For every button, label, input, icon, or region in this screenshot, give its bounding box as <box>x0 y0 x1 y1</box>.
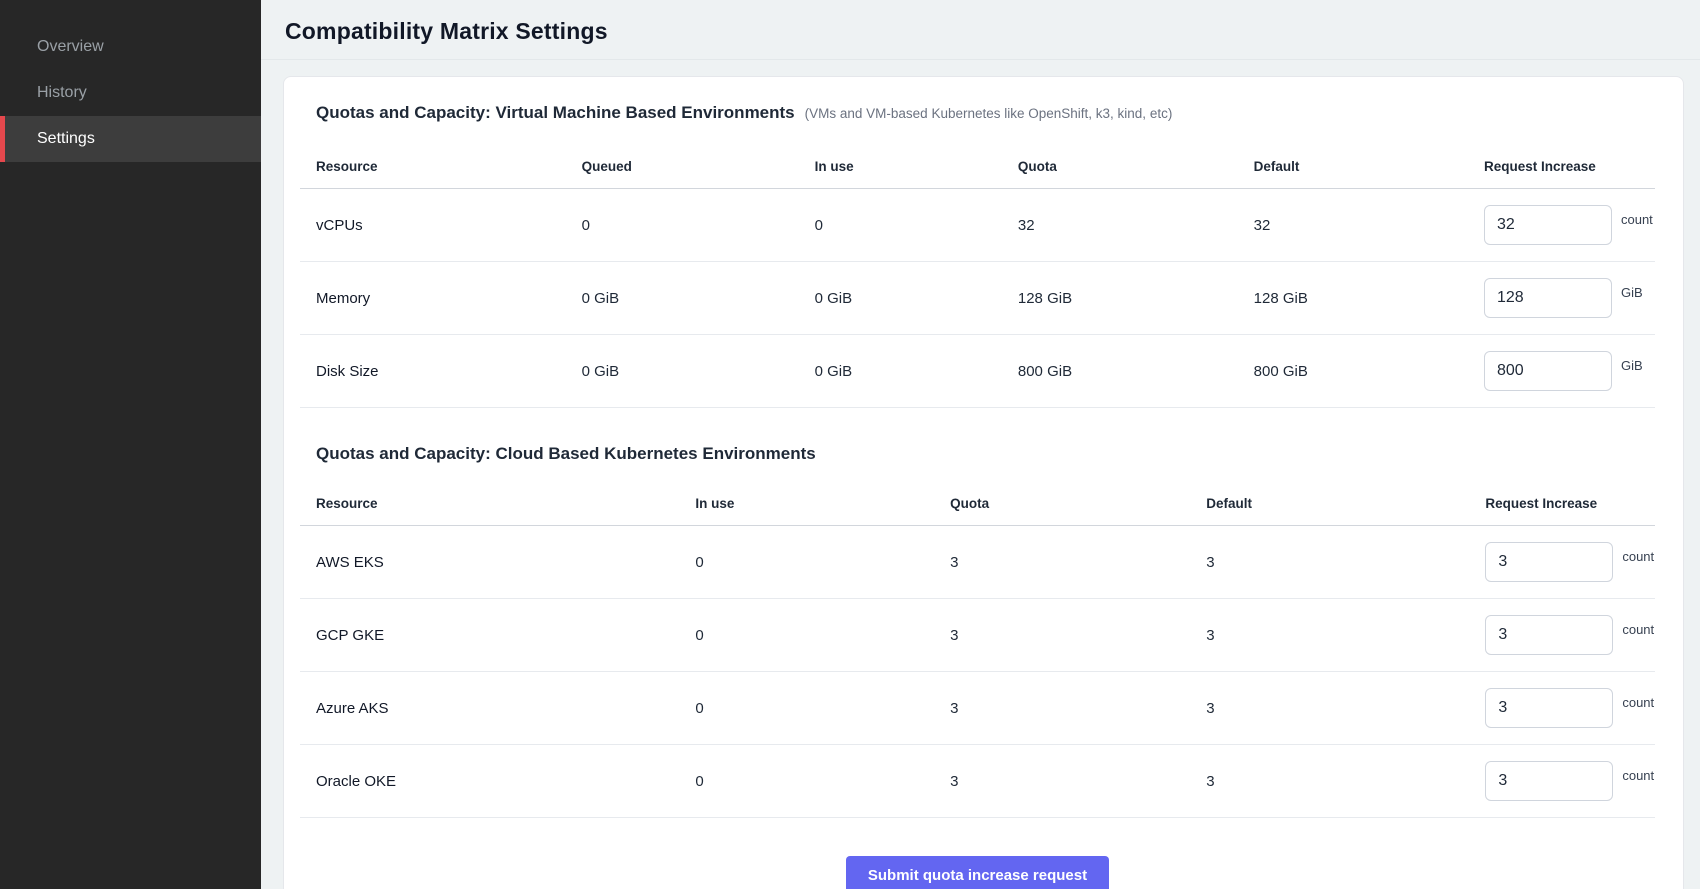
sidebar-item-history[interactable]: History <box>0 70 261 116</box>
request-increase-cell: GiB <box>1468 278 1655 318</box>
oracle-oke-request-input[interactable] <box>1485 761 1613 801</box>
sidebar-item-label: Settings <box>37 130 95 148</box>
unit-label: count <box>1622 695 1654 710</box>
column-header-request-increase: Request Increase <box>1468 159 1655 174</box>
sidebar-item-label: Overview <box>37 38 104 56</box>
quota-value: 3 <box>934 773 1190 790</box>
default-value: 800 GiB <box>1238 363 1468 380</box>
in-use-value: 0 <box>679 554 934 571</box>
table-row-vcpus: vCPUs 0 0 32 32 count <box>300 189 1655 262</box>
request-increase-cell: count <box>1469 542 1655 582</box>
in-use-value: 0 <box>679 627 934 644</box>
request-increase-cell: count <box>1468 205 1655 245</box>
resource-name: AWS EKS <box>300 554 679 571</box>
table-row-memory: Memory 0 GiB 0 GiB 128 GiB 128 GiB GiB <box>300 262 1655 335</box>
cloud-section-title: Quotas and Capacity: Cloud Based Kuberne… <box>300 444 1655 464</box>
column-header-resource: Resource <box>300 159 566 174</box>
column-header-request-increase: Request Increase <box>1469 496 1655 511</box>
unit-label: GiB <box>1621 358 1643 373</box>
in-use-value: 0 <box>679 773 934 790</box>
queued-value: 0 GiB <box>566 290 799 307</box>
table-row-azure-aks: Azure AKS 0 3 3 count <box>300 672 1655 745</box>
table-row-disk-size: Disk Size 0 GiB 0 GiB 800 GiB 800 GiB Gi… <box>300 335 1655 408</box>
page-title: Compatibility Matrix Settings <box>285 18 1676 45</box>
resource-name: Memory <box>300 290 566 307</box>
column-header-default: Default <box>1190 496 1469 511</box>
page-header: Compatibility Matrix Settings <box>261 0 1700 60</box>
column-header-queued: Queued <box>566 159 799 174</box>
sidebar: Overview History Settings <box>0 0 261 889</box>
memory-request-input[interactable] <box>1484 278 1612 318</box>
column-header-quota: Quota <box>1002 159 1238 174</box>
column-header-in-use: In use <box>799 159 1002 174</box>
in-use-value: 0 <box>679 700 934 717</box>
quota-value: 3 <box>934 554 1190 571</box>
vm-quota-table: Resource Queued In use Quota Default Req… <box>300 145 1655 408</box>
vcpus-request-input[interactable] <box>1484 205 1612 245</box>
quota-value: 128 GiB <box>1002 290 1238 307</box>
vm-section-subtitle: (VMs and VM-based Kubernetes like OpenSh… <box>805 106 1173 121</box>
submit-button-row: Submit quota increase request <box>300 856 1655 889</box>
disk-size-request-input[interactable] <box>1484 351 1612 391</box>
cloud-table-header: Resource In use Quota Default Request In… <box>300 482 1655 526</box>
app-root: Overview History Settings Compatibility … <box>0 0 1700 889</box>
resource-name: Disk Size <box>300 363 566 380</box>
aws-eks-request-input[interactable] <box>1485 542 1613 582</box>
quota-value: 32 <box>1002 217 1238 234</box>
default-value: 32 <box>1238 217 1468 234</box>
unit-label: count <box>1622 549 1654 564</box>
resource-name: Azure AKS <box>300 700 679 717</box>
content-area: Quotas and Capacity: Virtual Machine Bas… <box>261 60 1700 889</box>
sidebar-item-overview[interactable]: Overview <box>0 24 261 70</box>
request-increase-cell: count <box>1469 761 1655 801</box>
submit-quota-button[interactable]: Submit quota increase request <box>846 856 1109 889</box>
resource-name: GCP GKE <box>300 627 679 644</box>
resource-name: Oracle OKE <box>300 773 679 790</box>
vm-section-title: Quotas and Capacity: Virtual Machine Bas… <box>316 103 795 123</box>
quota-value: 800 GiB <box>1002 363 1238 380</box>
default-value: 3 <box>1190 773 1469 790</box>
default-value: 3 <box>1190 627 1469 644</box>
gcp-gke-request-input[interactable] <box>1485 615 1613 655</box>
resource-name: vCPUs <box>300 217 566 234</box>
unit-label: GiB <box>1621 285 1643 300</box>
azure-aks-request-input[interactable] <box>1485 688 1613 728</box>
quota-value: 3 <box>934 700 1190 717</box>
default-value: 3 <box>1190 554 1469 571</box>
cloud-quota-table: Resource In use Quota Default Request In… <box>300 482 1655 818</box>
table-row-aws-eks: AWS EKS 0 3 3 count <box>300 526 1655 599</box>
sidebar-item-settings[interactable]: Settings <box>0 116 261 162</box>
queued-value: 0 <box>566 217 799 234</box>
unit-label: count <box>1621 212 1653 227</box>
default-value: 128 GiB <box>1238 290 1468 307</box>
vm-table-header: Resource Queued In use Quota Default Req… <box>300 145 1655 189</box>
column-header-resource: Resource <box>300 496 679 511</box>
column-header-in-use: In use <box>679 496 934 511</box>
sidebar-nav: Overview History Settings <box>0 24 261 162</box>
request-increase-cell: GiB <box>1468 351 1655 391</box>
quota-value: 3 <box>934 627 1190 644</box>
in-use-value: 0 GiB <box>799 290 1002 307</box>
column-header-quota: Quota <box>934 496 1190 511</box>
table-row-gcp-gke: GCP GKE 0 3 3 count <box>300 599 1655 672</box>
unit-label: count <box>1622 768 1654 783</box>
column-header-default: Default <box>1238 159 1468 174</box>
vm-section-header: Quotas and Capacity: Virtual Machine Bas… <box>300 103 1655 123</box>
queued-value: 0 GiB <box>566 363 799 380</box>
main-content: Compatibility Matrix Settings Quotas and… <box>261 0 1700 889</box>
table-row-oracle-oke: Oracle OKE 0 3 3 count <box>300 745 1655 818</box>
sidebar-item-label: History <box>37 84 87 102</box>
request-increase-cell: count <box>1469 615 1655 655</box>
default-value: 3 <box>1190 700 1469 717</box>
quotas-settings-card: Quotas and Capacity: Virtual Machine Bas… <box>283 76 1684 889</box>
request-increase-cell: count <box>1469 688 1655 728</box>
in-use-value: 0 GiB <box>799 363 1002 380</box>
unit-label: count <box>1622 622 1654 637</box>
in-use-value: 0 <box>799 217 1002 234</box>
